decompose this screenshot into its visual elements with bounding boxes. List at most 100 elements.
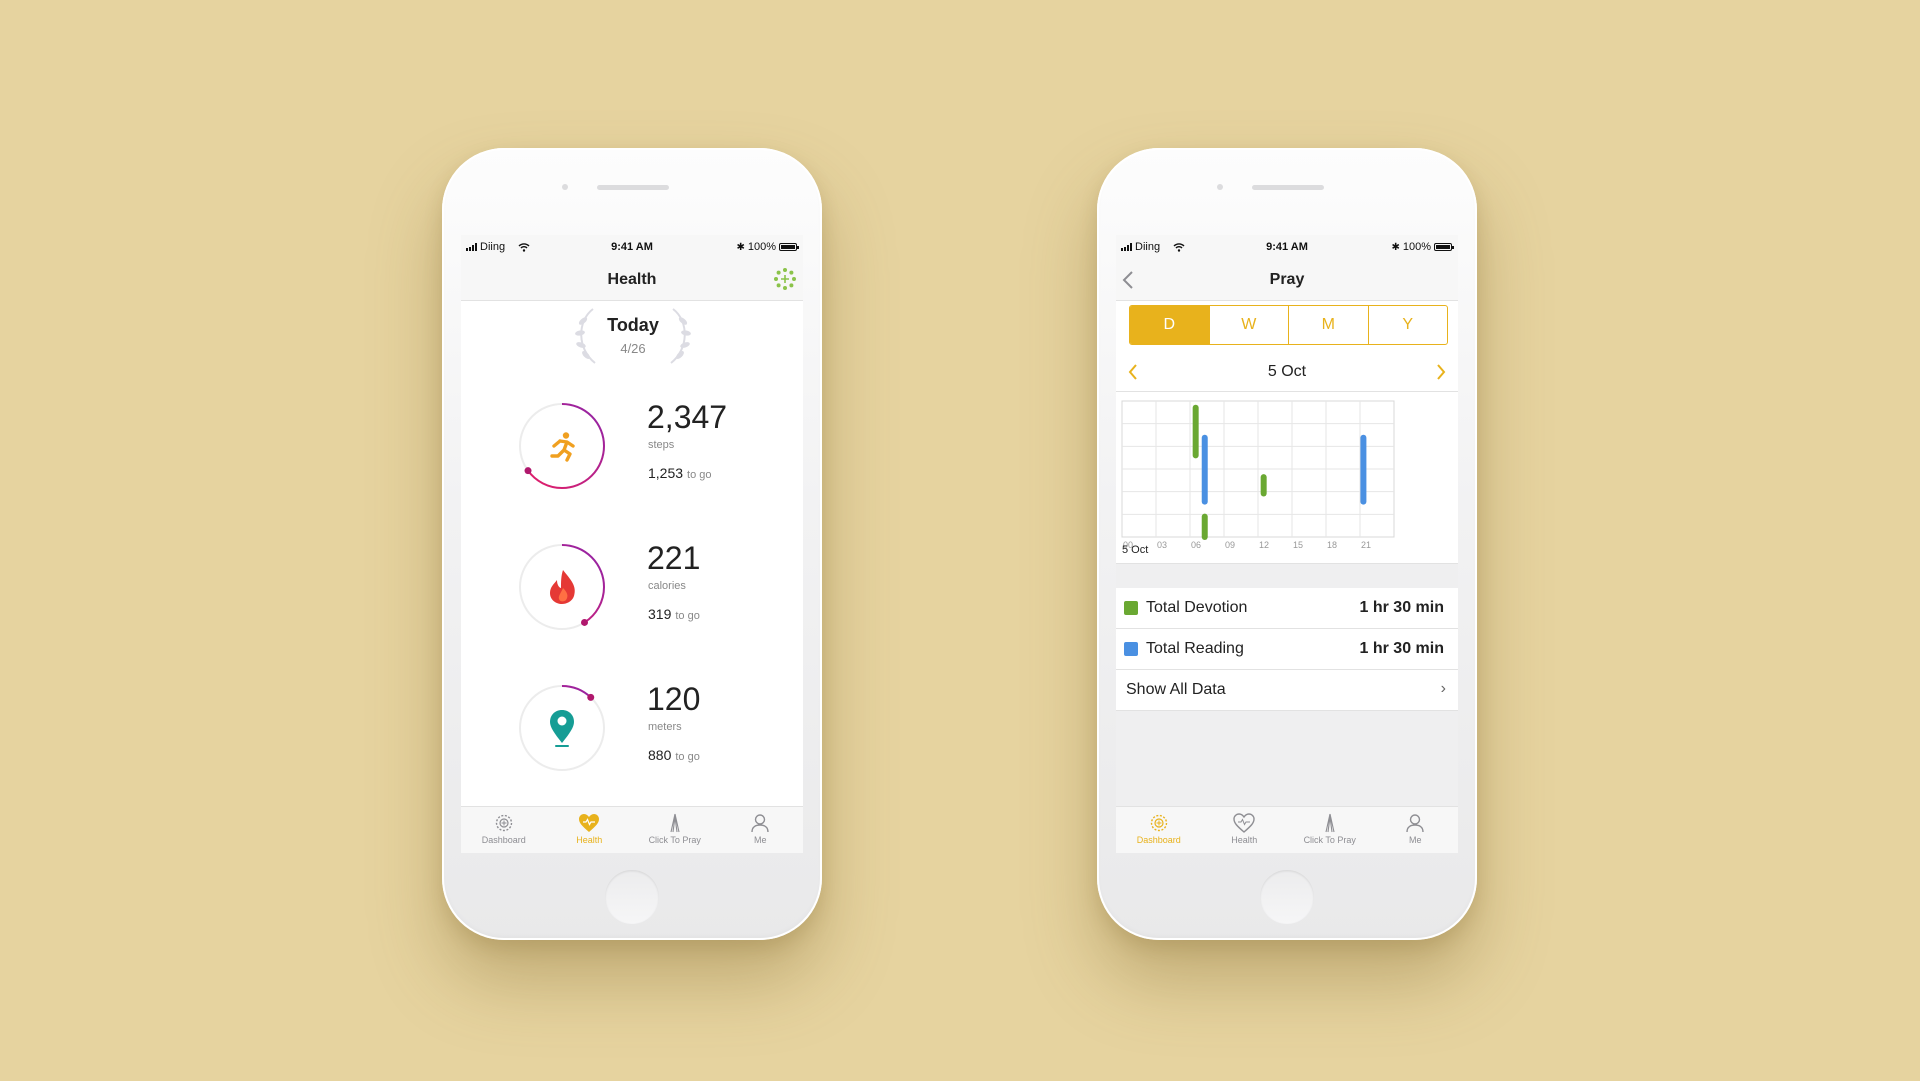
tab-me[interactable]: Me <box>718 807 804 853</box>
tab-health-label: Health <box>1231 835 1258 845</box>
distance-value: 120 <box>647 681 701 717</box>
phone-pray: Diing 9:41 AM ✱ 100% Pray D W M Y 5 Oct <box>1097 148 1477 940</box>
tab-me-label: Me <box>1408 835 1422 845</box>
health-screen: Diing 9:41 AM ✱ 100% Health Today 4/26 2… <box>461 235 803 853</box>
earpiece-speaker <box>597 185 669 190</box>
distance-progress-ring <box>519 685 605 771</box>
calories-to-go: 319 to go <box>648 606 700 622</box>
reading-swatch <box>1124 642 1138 656</box>
x-tick-label: 09 <box>1225 540 1235 550</box>
calories-progress-ring <box>519 544 605 630</box>
status-bar: Diing 9:41 AM ✱ 100% <box>461 235 803 259</box>
laurel-left-icon <box>575 308 596 364</box>
sync-icon[interactable] <box>773 267 797 291</box>
battery-icon <box>1434 243 1454 251</box>
next-date-chevron-icon[interactable] <box>1436 364 1446 380</box>
calories-to-go-value: 319 <box>648 606 672 622</box>
devotion-swatch <box>1124 601 1138 615</box>
tab-click-to-pray-label: Click To Pray <box>1303 835 1356 845</box>
steps-unit: steps <box>648 439 675 451</box>
pray-chart: 00 03 06 09 12 15 18 21 5 Oct <box>1116 395 1458 556</box>
pray-chart-svg: 00 03 06 09 12 15 18 21 5 Oct <box>1121 400 1395 556</box>
x-tick-label: 21 <box>1361 540 1371 550</box>
battery-percent: 100% <box>1402 241 1431 253</box>
tab-dashboard-label: Dashboard <box>1136 835 1181 845</box>
devotion-label: Total Devotion <box>1146 599 1248 616</box>
heart-icon <box>1233 813 1255 833</box>
chart-date-label: 5 Oct <box>1122 544 1148 555</box>
tab-click-to-pray[interactable]: Click To Pray <box>632 807 718 853</box>
person-icon <box>1406 814 1424 833</box>
row-total-reading[interactable]: Total Reading 1 hr 30 min <box>1116 629 1458 670</box>
dashboard-icon <box>495 814 512 832</box>
front-camera <box>1217 184 1223 190</box>
metric-steps[interactable]: 2,347 steps 1,253 to go <box>461 399 803 495</box>
distance-to-go-value: 880 <box>648 747 672 763</box>
row-total-devotion[interactable]: Total Devotion 1 hr 30 min <box>1116 588 1458 629</box>
status-bar: Diing 9:41 AM ✱ 100% <box>1116 235 1458 259</box>
x-tick-label: 06 <box>1191 540 1201 550</box>
bluetooth-icon: ✱ <box>736 241 745 253</box>
distance-to-go: 880 to go <box>648 747 700 763</box>
home-button[interactable] <box>605 870 659 924</box>
phone-health: Diing 9:41 AM ✱ 100% Health Today 4/26 2… <box>442 148 822 940</box>
battery-percent: 100% <box>747 241 776 253</box>
battery-icon <box>779 243 799 251</box>
segment-day[interactable]: D <box>1130 306 1209 344</box>
x-tick-label: 03 <box>1157 540 1167 550</box>
tab-health[interactable]: Health <box>547 807 633 853</box>
empty-area <box>1116 711 1458 807</box>
tab-bar: Dashboard Health Click To Pray Me <box>1116 806 1458 853</box>
x-tick-label: 12 <box>1259 540 1269 550</box>
reading-value: 1 hr 30 min <box>1359 640 1444 657</box>
tab-bar: Dashboard Health Click To Pray Me <box>461 806 803 853</box>
metric-calories[interactable]: 221 calories 319 to go <box>461 540 803 636</box>
x-tick-label: 15 <box>1293 540 1303 550</box>
pray-screen: Diing 9:41 AM ✱ 100% Pray D W M Y 5 Oct <box>1116 235 1458 853</box>
x-tick-label: 18 <box>1327 540 1337 550</box>
earpiece-speaker <box>1252 185 1324 190</box>
show-all-data-label: Show All Data <box>1126 681 1226 698</box>
period-segmented-control: D W M Y <box>1129 305 1448 345</box>
steps-to-go: 1,253 to go <box>648 465 712 481</box>
section-spacer <box>1116 563 1458 588</box>
distance-unit: meters <box>648 721 682 733</box>
segment-month[interactable]: M <box>1288 306 1368 344</box>
steps-to-go-label: to go <box>687 469 712 481</box>
nav-bar: Health <box>461 259 803 301</box>
running-icon <box>550 432 575 462</box>
person-icon <box>751 814 769 833</box>
calories-to-go-label: to go <box>675 610 700 622</box>
page-title: Pray <box>1269 271 1305 288</box>
dashboard-icon <box>1150 814 1167 832</box>
tab-dashboard-label: Dashboard <box>481 835 526 845</box>
metric-distance[interactable]: 120 meters 880 to go <box>461 681 803 777</box>
date-navigator: 5 Oct <box>1116 351 1458 392</box>
tab-me-label: Me <box>753 835 767 845</box>
tab-health[interactable]: Health <box>1202 807 1288 853</box>
tab-click-to-pray-label: Click To Pray <box>648 835 701 845</box>
reading-label: Total Reading <box>1146 640 1244 657</box>
heart-icon <box>579 814 600 832</box>
front-camera <box>562 184 568 190</box>
tab-me[interactable]: Me <box>1373 807 1459 853</box>
devotion-value: 1 hr 30 min <box>1359 599 1444 616</box>
segment-week[interactable]: W <box>1208 306 1289 344</box>
tab-dashboard[interactable]: Dashboard <box>1116 807 1202 853</box>
nav-bar: Pray <box>1116 259 1458 301</box>
current-date: 5 Oct <box>1267 363 1307 380</box>
tab-dashboard[interactable]: Dashboard <box>461 807 547 853</box>
show-all-data-row[interactable]: Show All Data › <box>1116 670 1458 711</box>
segment-year[interactable]: Y <box>1367 306 1448 344</box>
calories-value: 221 <box>647 540 701 576</box>
steps-value: 2,347 <box>647 399 728 435</box>
chevron-right-icon: › <box>1440 680 1446 697</box>
home-button[interactable] <box>1260 870 1314 924</box>
pray-icon <box>1325 813 1335 833</box>
calories-unit: calories <box>648 580 686 592</box>
battery-status: ✱ 100% <box>1391 241 1454 253</box>
battery-status: ✱ 100% <box>736 241 799 253</box>
page-title: Health <box>607 271 657 288</box>
steps-to-go-value: 1,253 <box>648 465 684 481</box>
tab-click-to-pray[interactable]: Click To Pray <box>1287 807 1373 853</box>
